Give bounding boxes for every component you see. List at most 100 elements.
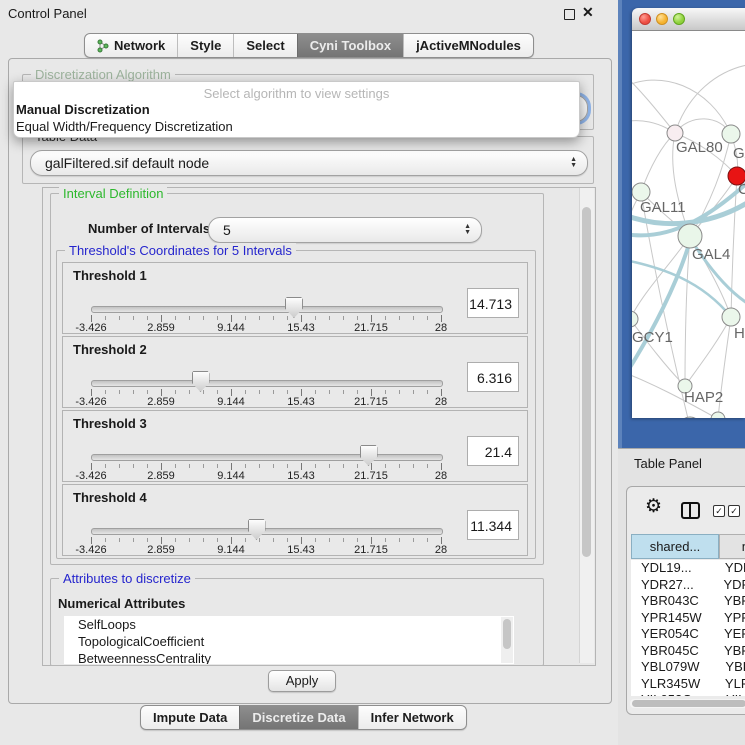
tab-discretize-data-label: Discretize Data: [252, 706, 345, 729]
tab-impute-data-label: Impute Data: [153, 706, 227, 729]
table-cell: YBR0: [716, 593, 745, 610]
algorithm-placeholder: Select algorithm to view settings: [14, 86, 579, 101]
network-icon: [97, 39, 109, 53]
columns-icon[interactable]: [681, 502, 700, 519]
threshold-2-value-field[interactable]: 6.316: [467, 362, 519, 392]
threshold-row-1: Threshold 1 -3.4262.8599.14415.4321.7152…: [62, 262, 528, 334]
threshold-4-slider[interactable]: [91, 528, 443, 535]
threshold-4-value-field[interactable]: 11.344: [467, 510, 519, 540]
table-cell: YPR145W: [631, 610, 716, 627]
table-row[interactable]: YLR345WYLR3: [631, 676, 745, 693]
checkbox-icon[interactable]: ✓: [713, 505, 725, 517]
table-row[interactable]: YDL19...YDL1: [631, 560, 745, 577]
tab-cyni-toolbox[interactable]: Cyni Toolbox: [297, 34, 403, 57]
network-node[interactable]: [722, 125, 740, 143]
table-data-value: galFiltered.sif default node: [31, 155, 570, 171]
network-node[interactable]: [679, 417, 701, 418]
tab-cyni-toolbox-label: Cyni Toolbox: [310, 34, 391, 57]
column-header-name[interactable]: na: [719, 534, 745, 559]
attribute-item[interactable]: BetweennessCentrality: [64, 650, 514, 664]
table-row[interactable]: YPR145WYPR1: [631, 610, 745, 627]
table-row[interactable]: YBR045CYBR0: [631, 643, 745, 660]
numerical-attributes-header: Numerical Attributes: [58, 596, 185, 611]
tab-discretize-data[interactable]: Discretize Data: [239, 706, 357, 729]
attribute-item[interactable]: TopologicalCoefficient: [64, 633, 514, 650]
slider-tick-labels: -3.4262.8599.14415.4321.71528: [91, 322, 441, 334]
combo-arrows-icon: ▲▼: [464, 224, 481, 236]
algorithm-option-equal-width[interactable]: Equal Width/Frequency Discretization: [16, 119, 233, 134]
threshold-1-value-field[interactable]: 14.713: [467, 288, 519, 318]
close-traffic-light-icon[interactable]: [639, 13, 651, 25]
threshold-3-value-field[interactable]: 21.4: [467, 436, 519, 466]
table-body: YDL19...YDL1YDR27...YDR2YBR043CYBR0YPR14…: [631, 560, 745, 696]
network-canvas[interactable]: GAL80GACGAL11GAL4GCY1HHAP2: [632, 31, 745, 418]
close-icon[interactable]: ✕: [582, 4, 594, 21]
tab-network[interactable]: Network: [85, 34, 177, 57]
table-row[interactable]: YDR27...YDR2: [631, 577, 745, 594]
slider-tick-labels: -3.4262.8599.14415.4321.71528: [91, 544, 441, 556]
algorithm-dropdown-popup: Select algorithm to view settings Manual…: [13, 81, 580, 138]
threshold-2-slider[interactable]: [91, 380, 443, 387]
tab-select[interactable]: Select: [233, 34, 296, 57]
network-window-titlebar[interactable]: [632, 8, 745, 31]
thresholds-group-title: Threshold's Coordinates for 5 Intervals: [65, 243, 296, 258]
tab-jactivemnodules-label: jActiveMNodules: [416, 34, 521, 57]
table-row[interactable]: YER054CYER0: [631, 626, 745, 643]
table-cell: YDL19...: [631, 560, 717, 577]
table-row[interactable]: YBR043CYBR0: [631, 593, 745, 610]
table-cell: YDL1: [717, 560, 745, 577]
tab-impute-data[interactable]: Impute Data: [141, 706, 239, 729]
table-row[interactable]: YIL052CYIL0: [631, 692, 745, 696]
network-node[interactable]: [678, 224, 702, 248]
network-node-label: GAL80: [676, 139, 723, 156]
scrollbar-thumb[interactable]: [582, 207, 591, 557]
table-row[interactable]: YBL079WYBL0: [631, 659, 745, 676]
network-node[interactable]: [711, 412, 725, 418]
interval-definition-title: Interval Definition: [59, 186, 167, 201]
network-node[interactable]: [632, 311, 638, 327]
threshold-3-slider[interactable]: [91, 454, 443, 461]
network-edge[interactable]: [641, 133, 675, 192]
table-cell: YER054C: [631, 626, 716, 643]
network-node[interactable]: [722, 308, 740, 326]
minimize-traffic-light-icon[interactable]: [656, 13, 668, 25]
threshold-4-label: Threshold 4: [73, 490, 147, 505]
algorithm-option-manual[interactable]: Manual Discretization: [16, 102, 150, 117]
tab-jactivemnodules[interactable]: jActiveMNodules: [403, 34, 533, 57]
network-node-label: C: [738, 181, 745, 198]
table-cell: YPR1: [716, 610, 745, 627]
list-scrollbar-thumb[interactable]: [503, 619, 511, 649]
network-node-label: HAP2: [684, 389, 723, 406]
table-cell: YBR045C: [631, 643, 716, 660]
apply-button[interactable]: Apply: [268, 670, 336, 692]
hscrollbar-thumb[interactable]: [632, 700, 745, 707]
checkbox-icon[interactable]: ✓: [728, 505, 740, 517]
vertical-scrollbar[interactable]: [579, 188, 594, 663]
table-cell: YDR2: [715, 577, 745, 594]
network-node-label: H: [734, 325, 745, 342]
column-header-shared-name[interactable]: shared...: [631, 534, 719, 559]
attribute-item[interactable]: SelfLoops: [64, 616, 514, 633]
combo-arrows-icon: ▲▼: [570, 157, 587, 169]
attributes-group-title: Attributes to discretize: [59, 571, 195, 586]
horizontal-scrollbar[interactable]: [630, 699, 745, 708]
zoom-traffic-light-icon[interactable]: [673, 13, 685, 25]
tab-infer-network[interactable]: Infer Network: [358, 706, 466, 729]
table-cell: YBR0: [716, 643, 745, 660]
table-data-combo[interactable]: galFiltered.sif default node ▲▼: [30, 150, 588, 176]
numerical-attributes-list[interactable]: SelfLoopsTopologicalCoefficientBetweenne…: [64, 616, 514, 664]
tab-style[interactable]: Style: [177, 34, 233, 57]
network-node-label: GA: [733, 145, 745, 162]
slider-tick-labels: -3.4262.8599.14415.4321.71528: [91, 396, 441, 408]
float-window-icon[interactable]: [564, 9, 575, 20]
num-intervals-combo[interactable]: 5 ▲▼: [208, 217, 482, 243]
list-scrollbar[interactable]: [501, 617, 513, 663]
table-cell: YER0: [716, 626, 745, 643]
slider-tick-labels: -3.4262.8599.14415.4321.71528: [91, 470, 441, 482]
threshold-1-slider[interactable]: [91, 306, 443, 313]
gear-icon[interactable]: ⚙: [645, 495, 662, 518]
app-screen: Control Panel ✕ Network Style Select Cyn…: [0, 0, 745, 745]
table-header-row: shared... na: [631, 534, 745, 559]
network-edge[interactable]: [685, 317, 731, 386]
table-cell: YLR345W: [631, 676, 717, 693]
